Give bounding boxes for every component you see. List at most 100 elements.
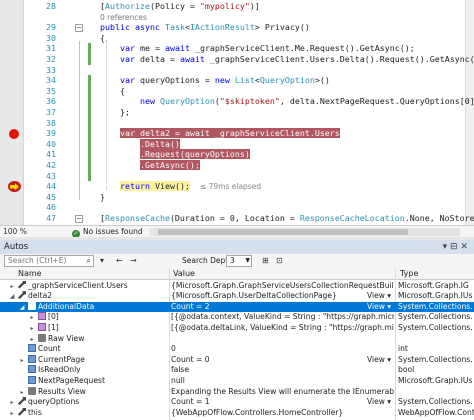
code-line[interactable]: 44 return View(); ≤ 79ms elapsed <box>0 181 474 192</box>
code-line[interactable]: 40 .Delta() <box>0 138 474 150</box>
panel-options-icon[interactable]: ▾ ⊟ ✕ <box>443 240 468 254</box>
variable-name-cell[interactable]: ▸ Results View <box>0 386 168 398</box>
variable-name-cell[interactable]: Count <box>0 344 168 355</box>
autos-row[interactable]: ▸ [1] [{@odata.deltaLink, ValueKind = Stri… <box>0 322 474 334</box>
code-line[interactable]: 29 public async Task<IActionResult> Priva… <box>0 22 474 33</box>
code-text[interactable]: [Authorize(Policy = "mypolicy")] <box>100 1 260 12</box>
code-line[interactable]: 31 var me = await _graphServiceClient.Me… <box>0 43 474 54</box>
code-line[interactable]: 33 <box>0 65 474 76</box>
search-previous-icon[interactable]: ← <box>116 255 123 267</box>
code-text[interactable]: }; <box>100 107 130 118</box>
autos-search-input[interactable]: Search (Ctrl+E) ⌕ <box>4 255 94 267</box>
variable-value-cell[interactable]: Count = 0 View ▾ <box>171 355 394 366</box>
code-text[interactable]: } <box>100 192 105 203</box>
variable-value-cell[interactable]: {Microsoft.Graph.GraphServiceUsersCollec… <box>171 281 394 292</box>
zoom-level[interactable]: 100 % <box>3 226 27 237</box>
autos-row[interactable]: ▸ this {WebAppOfFlow.Controllers.HomeContr… <box>0 407 474 419</box>
variable-value-cell[interactable]: 0 <box>171 344 394 355</box>
code-line[interactable]: 0 references <box>0 12 474 23</box>
code-line[interactable]: 38 <box>0 118 474 129</box>
code-text[interactable]: { <box>100 86 125 97</box>
code-line[interactable]: 43 <box>0 171 474 182</box>
code-text[interactable]: var delta = await _graphServiceClient.Us… <box>100 54 474 65</box>
column-value-header[interactable]: Value <box>173 268 195 280</box>
code-text[interactable]: .Request(queryOptions) <box>100 149 250 160</box>
expand-toggle-icon[interactable]: ◢ <box>18 303 26 313</box>
variable-value-cell[interactable]: Count = 2 View ▾ <box>171 302 394 313</box>
code-line[interactable]: 37 }; <box>0 107 474 118</box>
code-line[interactable]: 42 .GetAsync(); <box>0 160 474 171</box>
expand-toggle-icon[interactable]: ▸ <box>28 313 36 323</box>
expand-toggle-icon[interactable]: ▸ <box>28 335 36 345</box>
pin-icon[interactable]: ⊞ <box>262 255 269 267</box>
code-line[interactable]: 34 var queryOptions = new List<QueryOpti… <box>0 75 474 86</box>
code-text[interactable]: .Delta() <box>100 138 180 150</box>
visualizer-view-button[interactable]: View ▾ <box>367 397 391 408</box>
autos-row[interactable]: ▸ CurrentPage Count = 0 View ▾ System.Collec… <box>0 354 474 366</box>
variable-value-cell[interactable]: [{@odata.deltaLink, ValueKind = String :… <box>171 323 394 334</box>
code-text[interactable]: .GetAsync(); <box>100 160 200 171</box>
search-dropdown-icon[interactable]: ▾ <box>100 255 104 267</box>
expand-toggle-icon[interactable]: ▸ <box>8 282 16 292</box>
search-icon[interactable]: ⌕ <box>87 256 91 266</box>
variable-name-cell[interactable]: ◢ AdditionalData <box>0 301 168 313</box>
autos-row[interactable]: ▸ Raw View <box>0 333 474 345</box>
code-text[interactable]: var queryOptions = new List<QueryOption>… <box>100 75 330 86</box>
expand-toggle-icon[interactable]: ◢ <box>8 292 16 302</box>
autos-row[interactable]: ▸ queryOptions Count = 1 View ▾ System.Colle… <box>0 397 474 408</box>
column-name-header[interactable]: Name <box>18 268 42 280</box>
visualizer-view-button[interactable]: View ▾ <box>367 291 391 302</box>
autos-row[interactable]: ▸ [0] [{@odata.context, ValueKind = String… <box>0 312 474 323</box>
expand-toggle-icon[interactable]: ▸ <box>18 356 26 366</box>
variable-name-cell[interactable]: ▸ this <box>0 407 168 419</box>
variable-name-cell[interactable]: ▸ CurrentPage <box>0 354 168 366</box>
variable-value-cell[interactable]: false <box>171 365 394 376</box>
expand-toggle-icon[interactable]: ▸ <box>18 388 26 398</box>
visualizer-view-button[interactable]: View ▾ <box>367 355 391 366</box>
variable-value-cell[interactable]: [{@odata.context, ValueKind = String : "… <box>171 312 394 323</box>
code-line[interactable]: 30 { <box>0 33 474 44</box>
visualizer-view-button[interactable]: View ▾ <box>367 302 391 313</box>
code-text[interactable]: var delta2 = await _graphServiceClient.U… <box>100 128 340 139</box>
collapse-region-icon[interactable]: − <box>75 23 83 32</box>
breakpoint-icon[interactable] <box>9 128 19 139</box>
code-text[interactable]: new QueryOption("$skiptoken", delta.Next… <box>100 96 474 107</box>
variable-name-cell[interactable]: ▸ queryOptions <box>0 397 168 408</box>
code-editor[interactable]: 28 [Authorize(Policy = "mypolicy")] 0 refe… <box>0 0 474 225</box>
autos-row[interactable]: Count 0 int <box>0 344 474 355</box>
code-line[interactable]: 46 <box>0 202 474 213</box>
expand-toggle-icon[interactable]: ▸ <box>28 324 36 334</box>
variable-name-cell[interactable]: ▸ [0] <box>0 312 168 323</box>
code-line[interactable]: 45} <box>0 192 474 203</box>
code-text[interactable]: [ResponseCache(Duration = 0, Location = … <box>100 213 474 224</box>
variable-name-cell[interactable]: NextPageRequest <box>0 375 168 387</box>
autos-row[interactable]: ▸ _graphServiceClient.Users {Microsoft.Gra… <box>0 280 474 292</box>
expand-toggle-icon[interactable]: ▸ <box>8 398 16 408</box>
search-depth-select[interactable]: 3 ▼ <box>226 255 252 267</box>
variable-value-cell[interactable]: null <box>171 376 394 387</box>
autos-row[interactable]: NextPageRequest null Microsoft.Graph.IUs <box>0 375 474 387</box>
expand-icon[interactable]: ⊡ <box>276 255 283 267</box>
autos-row[interactable]: ◢ delta2 {Microsoft.Graph.UserDeltaCollect… <box>0 291 474 302</box>
variable-value-cell[interactable]: {WebAppOfFlow.Controllers.HomeController… <box>171 408 394 419</box>
code-line[interactable]: 41 .Request(queryOptions) <box>0 149 474 160</box>
autos-row[interactable]: ◢ AdditionalData Count = 2 View ▾ System.Col… <box>0 301 474 313</box>
autos-row[interactable]: IsReadOnly false bool <box>0 365 474 376</box>
variable-name-cell[interactable]: ◢ delta2 <box>0 291 168 302</box>
code-text[interactable]: { <box>100 33 105 44</box>
code-line[interactable]: 36 new QueryOption("$skiptoken", delta.N… <box>0 96 474 107</box>
variable-name-cell[interactable]: ▸ Raw View <box>0 333 168 345</box>
code-line[interactable]: 28 [Authorize(Policy = "mypolicy")] <box>0 1 474 12</box>
variable-name-cell[interactable]: ▸ _graphServiceClient.Users <box>0 280 168 292</box>
variable-value-cell[interactable]: Count = 1 View ▾ <box>171 397 394 408</box>
autos-row[interactable]: ▸ Results View Expanding the Results View … <box>0 386 474 398</box>
code-line[interactable]: 32 var delta = await _graphServiceClient… <box>0 54 474 65</box>
scrollbar-thumb[interactable] <box>158 229 408 235</box>
code-line[interactable]: 47 [ResponseCache(Duration = 0, Location … <box>0 213 474 224</box>
expand-toggle-icon[interactable]: ▸ <box>8 409 16 419</box>
code-line[interactable]: 39 var delta2 = await _graphServiceClien… <box>0 128 474 139</box>
search-next-icon[interactable]: → <box>130 255 137 267</box>
variable-value-cell[interactable]: Expanding the Results View will enumerat… <box>171 387 394 398</box>
editor-horizontal-scrollbar[interactable] <box>150 228 460 236</box>
variable-name-cell[interactable]: IsReadOnly <box>0 365 168 376</box>
